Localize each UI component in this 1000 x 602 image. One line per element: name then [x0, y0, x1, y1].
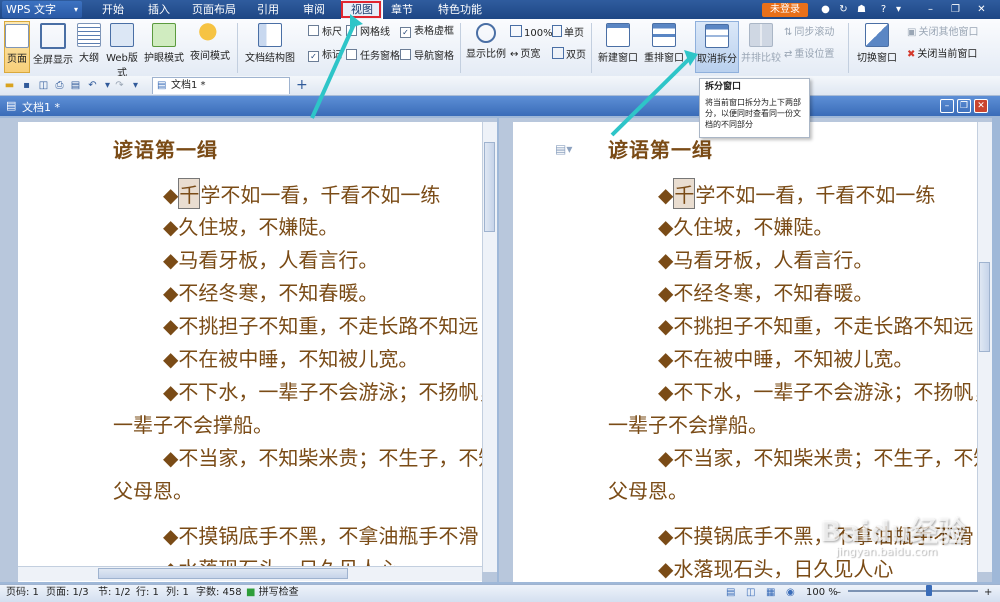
arrowhead	[350, 14, 363, 28]
zoom-slider-thumb[interactable]	[926, 585, 932, 596]
status-word-count[interactable]: 字数: 458	[196, 585, 242, 601]
baidu-watermark: Baidu经验	[820, 515, 966, 548]
baidu-watermark-url: jingyan.baidu.com	[836, 545, 938, 558]
page-view-icon[interactable]: ▤	[726, 585, 735, 601]
web-view-icon[interactable]: ◫	[746, 585, 755, 601]
status-section[interactable]: 节: 1/2	[98, 585, 131, 601]
status-col[interactable]: 列: 1	[166, 585, 189, 601]
zoom-in-icon[interactable]: +	[984, 585, 992, 601]
zoom-slider[interactable]	[848, 590, 978, 592]
spellcheck-label: 拼写检查	[258, 587, 299, 598]
status-row[interactable]: 行: 1	[136, 585, 159, 601]
zoom-out-icon[interactable]: –	[836, 585, 841, 601]
status-page[interactable]: 页面: 1/3	[46, 585, 89, 601]
arrow-to-cancel-split	[610, 56, 692, 137]
status-page-code[interactable]: 页码: 1	[6, 585, 39, 601]
outline-view-icon[interactable]: ▦	[766, 585, 775, 601]
check-icon: ■	[246, 587, 256, 598]
spellcheck-status[interactable]: ■ 拼写检查	[246, 585, 299, 601]
arrow-to-view-tab	[310, 21, 357, 119]
status-bar: 页码: 1 页面: 1/3 节: 1/2 行: 1 列: 1 字数: 458 ■…	[0, 584, 1000, 602]
eye-mode-icon[interactable]: ◉	[786, 585, 795, 601]
zoom-level[interactable]: 100 %	[806, 585, 838, 601]
